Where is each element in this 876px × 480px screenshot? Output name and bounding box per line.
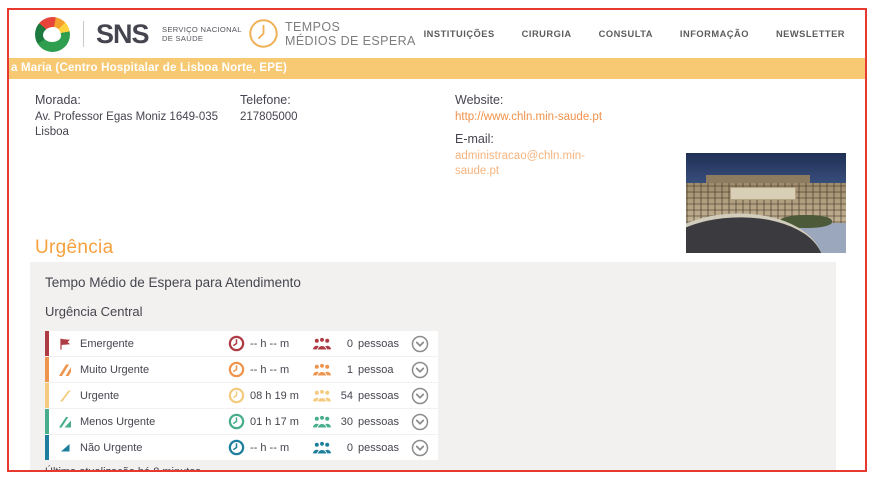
logo-divider [83, 21, 84, 47]
people-count-number: 54 [340, 389, 353, 402]
sns-subtitle-line1: SERVIÇO NACIONAL [162, 25, 242, 34]
nav-consulta[interactable]: CONSULTA [599, 29, 653, 39]
phone-label: Telefone: [240, 93, 291, 107]
menos-urgente-stripe-triangle-icon [58, 415, 72, 429]
people-icon [312, 336, 332, 351]
triage-level-label: Urgente [80, 389, 120, 402]
people-icon [312, 440, 332, 455]
address-block: Morada: Av. Professor Egas Moniz 1649-03… [35, 93, 233, 140]
people-count-number: 0 [346, 441, 353, 454]
email-link[interactable]: administracao@chln.min-saude.pt [455, 149, 613, 179]
people-count: 1 pessoa [337, 364, 411, 376]
row-urgente: Urgente 08 h 19 m 54 pessoas [45, 383, 438, 408]
people-count: 54 pessoas [337, 390, 411, 402]
clock-icon [228, 361, 245, 378]
app-title: TEMPOS MÉDIOS DE ESPERA [285, 20, 416, 48]
web-contact-block: Website: http://www.chln.min-saude.pt E-… [455, 93, 613, 179]
people-count-unit: pessoa [358, 363, 394, 376]
people-count-unit: pessoas [358, 337, 399, 350]
sns-logo-icon [35, 17, 70, 52]
triage-level-label: Muito Urgente [80, 363, 150, 376]
main-nav: INSTITUIÇÕES CIRURGIA CONSULTA INFORMAÇÃO NE… [424, 10, 845, 58]
email-label: E-mail: [455, 132, 494, 146]
screenshot-border: SNS SERVIÇO NACIONAL DE SAÚDE TEMPOS MÉD… [7, 8, 867, 472]
wait-time-value: 01 h 17 m [250, 415, 299, 428]
header: SNS SERVIÇO NACIONAL DE SAÚDE TEMPOS MÉD… [9, 10, 865, 58]
address-value: Av. Professor Egas Moniz 1649-035 Lisboa [35, 111, 219, 138]
row-muito-urgente: Muito Urgente -- h -- m 1 pessoa [45, 357, 438, 382]
website-link[interactable]: http://www.chln.min-saude.pt [455, 110, 613, 125]
sns-subtitle-line2: DE SAÚDE [162, 34, 204, 43]
phone-value: 217805000 [240, 111, 298, 123]
people-count: 30 pessoas [337, 416, 411, 428]
urgencia-panel: Tempo Médio de Espera para Atendimento U… [30, 262, 836, 472]
people-count-number: 1 [346, 363, 353, 376]
sns-logo-text: SNS [96, 19, 150, 49]
urgente-stripe-icon [58, 389, 72, 403]
triage-level-label: Menos Urgente [80, 415, 156, 428]
people-icon [312, 414, 332, 429]
people-icon [312, 388, 332, 403]
wait-time-value: 08 h 19 m [250, 389, 299, 402]
people-count-unit: pessoas [358, 441, 399, 454]
nav-cirurgia[interactable]: CIRURGIA [522, 29, 572, 39]
clock-icon [228, 387, 245, 404]
clock-icon [228, 413, 245, 430]
expand-chevron-icon[interactable] [411, 413, 429, 431]
panel-subtitle: Urgência Central [45, 304, 143, 319]
nav-instituicoes[interactable]: INSTITUIÇÕES [424, 29, 495, 39]
people-count-unit: pessoas [358, 415, 399, 428]
triage-level-label: Emergente [80, 337, 134, 350]
website-label: Website: [455, 93, 504, 107]
people-count-number: 0 [346, 337, 353, 350]
phone-block: Telefone: 217805000 [240, 93, 390, 125]
address-label: Morada: [35, 93, 81, 107]
clock-icon [228, 439, 245, 456]
row-nao-urgente: Não Urgente -- h -- m 0 pessoas [45, 435, 438, 460]
hospital-photo [686, 153, 846, 253]
expand-chevron-icon[interactable] [411, 387, 429, 405]
sns-logo-subtitle: SERVIÇO NACIONAL DE SAÚDE [162, 25, 242, 43]
people-icon [312, 362, 332, 377]
nao-urgente-triangle-icon [58, 441, 72, 455]
wait-time-value: -- h -- m [250, 337, 290, 350]
expand-chevron-icon[interactable] [411, 361, 429, 379]
hospital-info-section: Morada: Av. Professor Egas Moniz 1649-03… [9, 79, 865, 253]
expand-chevron-icon[interactable] [411, 439, 429, 457]
nav-informacao[interactable]: INFORMAÇÃO [680, 29, 749, 39]
expand-chevron-icon[interactable] [411, 335, 429, 353]
app-title-line2: MÉDIOS DE ESPERA [285, 34, 416, 48]
wait-time-value: -- h -- m [250, 363, 290, 376]
people-count: 0 pessoas [337, 442, 411, 454]
panel-title: Tempo Médio de Espera para Atendimento [45, 275, 301, 290]
people-count-unit: pessoas [358, 389, 399, 402]
hospital-name-banner: a Maria (Centro Hospitalar de Lisboa Nor… [9, 58, 865, 79]
people-count-number: 30 [340, 415, 353, 428]
clock-icon [228, 335, 245, 352]
wait-time-value: -- h -- m [250, 441, 290, 454]
emergente-flag-icon [58, 337, 72, 351]
clock-logo-icon [248, 18, 279, 49]
people-count: 0 pessoas [337, 338, 411, 350]
photo-building-banner [730, 187, 796, 200]
triage-rows: Emergente -- h -- m 0 pessoas Muito Urge… [45, 331, 438, 460]
app-title-line1: TEMPOS [285, 20, 341, 34]
last-update-text: Última atualização há 8 minutos [45, 466, 201, 472]
urgencia-section-title: Urgência [35, 237, 114, 258]
triage-level-label: Não Urgente [80, 441, 143, 454]
row-menos-urgente: Menos Urgente 01 h 17 m 30 pessoas [45, 409, 438, 434]
nav-newsletter[interactable]: NEWSLETTER [776, 29, 845, 39]
row-emergente: Emergente -- h -- m 0 pessoas [45, 331, 438, 356]
muito-urgente-stripes-icon [58, 363, 72, 377]
